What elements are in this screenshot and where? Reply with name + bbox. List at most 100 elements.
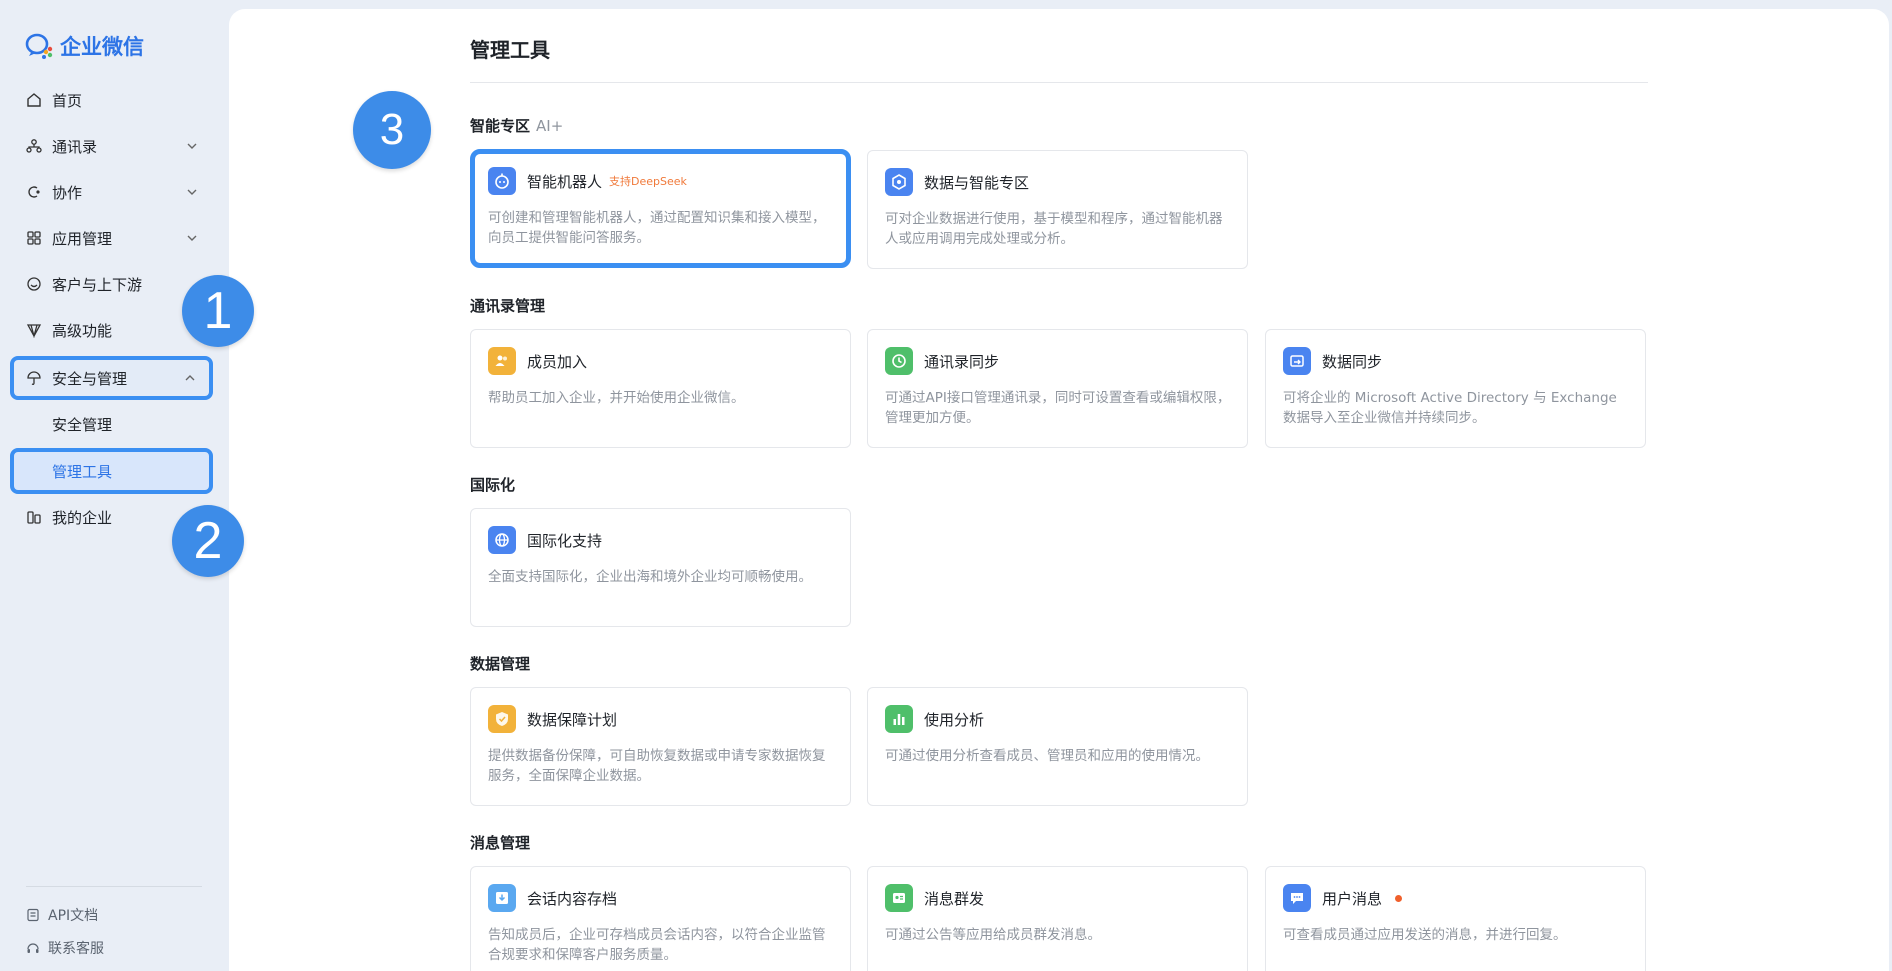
- building-icon: [26, 509, 42, 525]
- sidebar-item-label: 通讯录: [52, 137, 98, 156]
- card-description: 全面支持国际化，企业出海和境外企业均可顺畅使用。: [488, 569, 812, 585]
- section-title-text: 国际化: [470, 476, 516, 494]
- card-description: 可创建和管理智能机器人，通过配置知识集和接入模型，向员工提供智能问答服务。: [488, 210, 826, 246]
- sidebar-item-collab[interactable]: 协作: [10, 172, 211, 212]
- card-title: 消息群发: [924, 889, 985, 908]
- wecom-logo-icon: [25, 33, 53, 59]
- sidebar-subitem-admin-tools[interactable]: 管理工具: [10, 448, 213, 494]
- contact-support-link[interactable]: 联系客服: [26, 936, 104, 960]
- grid-icon: [26, 230, 42, 246]
- sidebar-subitem-security[interactable]: 安全管理: [10, 404, 211, 444]
- sidebar: 企业微信 首页 通讯录 协作 应用管理 客户与上下游 高级功能 安全与管理 安全…: [0, 0, 229, 971]
- section-title-messages: 消息管理: [470, 832, 530, 853]
- ai-plus-label: AI+: [536, 116, 564, 135]
- home-icon: [26, 92, 42, 108]
- section-title-contacts: 通讯录管理: [470, 295, 545, 316]
- sidebar-item-label: 安全管理: [52, 415, 113, 434]
- api-docs-link[interactable]: API文档: [26, 903, 98, 927]
- card-contacts-sync[interactable]: 通讯录同步 可通过API接口管理通讯录，同时可设置查看或编辑权限，管理更加方便。: [867, 329, 1248, 448]
- card-description: 可通过使用分析查看成员、管理员和应用的使用情况。: [885, 748, 1209, 764]
- broadcast-icon: [885, 884, 913, 912]
- chevron-down-icon: [187, 143, 197, 149]
- deepseek-tag: 支持DeepSeek: [609, 175, 687, 188]
- sidebar-item-label: 高级功能: [52, 321, 113, 340]
- contact-support-label: 联系客服: [48, 941, 104, 957]
- robot-icon: [488, 167, 516, 195]
- section-title-i18n: 国际化: [470, 474, 515, 495]
- sidebar-divider: [26, 886, 202, 887]
- card-data-intelligence[interactable]: 数据与智能专区 可对企业数据进行使用，基于模型和程序，通过智能机器人或应用调用完…: [867, 150, 1248, 269]
- members-icon: [488, 347, 516, 375]
- card-title: 成员加入: [527, 352, 588, 371]
- card-description: 帮助员工加入企业，并开始使用企业微信。: [488, 390, 745, 406]
- card-mass-message[interactable]: 消息群发 可通过公告等应用给成员群发消息。: [867, 866, 1248, 971]
- sidebar-item-security-management[interactable]: 安全与管理: [10, 356, 213, 400]
- sidebar-item-home[interactable]: 首页: [10, 80, 211, 120]
- sidebar-item-label: 应用管理: [52, 229, 113, 248]
- card-member-join[interactable]: 成员加入 帮助员工加入企业，并开始使用企业微信。: [470, 329, 851, 448]
- shield-icon: [488, 705, 516, 733]
- sidebar-item-apps[interactable]: 应用管理: [10, 218, 211, 258]
- org-chart-icon: [26, 138, 42, 154]
- sidebar-item-label: 我的企业: [52, 508, 113, 527]
- card-user-messages[interactable]: 用户消息 可查看成员通过应用发送的消息，并进行回复。: [1265, 866, 1646, 971]
- card-title: 数据与智能专区: [924, 173, 1030, 192]
- step-badge-3: 3: [353, 91, 431, 169]
- section-title-text: 智能专区: [470, 117, 531, 135]
- headset-icon: [27, 943, 39, 953]
- card-description: 可将企业的 Microsoft Active Directory 与 Excha…: [1283, 390, 1617, 426]
- section-title-text: 通讯录管理: [470, 297, 546, 315]
- logo-text: 企业微信: [60, 35, 144, 59]
- card-title: 使用分析: [924, 710, 985, 729]
- card-usage-analytics[interactable]: 使用分析 可通过使用分析查看成员、管理员和应用的使用情况。: [867, 687, 1248, 806]
- card-smart-robot[interactable]: 智能机器人 支持DeepSeek 可创建和管理智能机器人，通过配置知识集和接入模…: [470, 149, 851, 268]
- diamond-icon: [26, 322, 42, 338]
- chat-smile-icon: [26, 276, 42, 292]
- sidebar-item-label: 客户与上下游: [52, 275, 143, 294]
- section-title-data: 数据管理: [470, 653, 530, 674]
- step-badge-1: 1: [182, 275, 254, 347]
- api-docs-label: API文档: [48, 908, 99, 924]
- sidebar-item-label: 管理工具: [52, 462, 113, 481]
- page-title: 管理工具: [470, 38, 550, 62]
- sidebar-item-advanced[interactable]: 高级功能: [10, 310, 211, 350]
- archive-icon: [488, 884, 516, 912]
- card-title: 会话内容存档: [527, 889, 618, 908]
- card-description: 可查看成员通过应用发送的消息，并进行回复。: [1283, 927, 1567, 943]
- card-title: 数据同步: [1322, 352, 1383, 371]
- step-badge-2: 2: [172, 505, 244, 577]
- card-title: 数据保障计划: [527, 710, 618, 729]
- sidebar-item-label: 首页: [52, 91, 83, 110]
- card-data-sync[interactable]: 数据同步 可将企业的 Microsoft Active Directory 与 …: [1265, 329, 1646, 448]
- card-title: 通讯录同步: [924, 352, 1000, 371]
- card-description: 可通过公告等应用给成员群发消息。: [885, 927, 1101, 943]
- card-description: 提供数据备份保障，可自助恢复数据或申请专家数据恢复服务，全面保障企业数据。: [488, 748, 826, 784]
- card-title: 智能机器人: [527, 172, 603, 191]
- card-i18n-support[interactable]: 国际化支持 全面支持国际化，企业出海和境外企业均可顺畅使用。: [470, 508, 851, 627]
- card-description: 可对企业数据进行使用，基于模型和程序，通过智能机器人或应用调用完成处理或分析。: [885, 211, 1223, 247]
- title-divider: [470, 82, 1648, 83]
- bar-chart-icon: [885, 705, 913, 733]
- doc-icon: [27, 908, 39, 922]
- umbrella-icon: [26, 370, 42, 386]
- sync-icon: [885, 347, 913, 375]
- app-logo[interactable]: 企业微信: [24, 30, 144, 62]
- card-data-protection[interactable]: 数据保障计划 提供数据备份保障，可自助恢复数据或申请专家数据恢复服务，全面保障企…: [470, 687, 851, 806]
- chevron-down-icon: [187, 189, 197, 195]
- sidebar-item-contacts[interactable]: 通讯录: [10, 126, 211, 166]
- data-sync-icon: [1283, 347, 1311, 375]
- globe-icon: [488, 526, 516, 554]
- unread-dot: [1395, 894, 1403, 902]
- card-chat-archive[interactable]: 会话内容存档 告知成员后，企业可存档成员会话内容，以符合企业监管合规要求和保障客…: [470, 866, 851, 971]
- card-description: 可通过API接口管理通讯录，同时可设置查看或编辑权限，管理更加方便。: [885, 390, 1231, 426]
- sidebar-item-label: 协作: [52, 183, 83, 202]
- card-title: 国际化支持: [527, 531, 603, 550]
- message-icon: [1283, 884, 1311, 912]
- hexagon-icon: [885, 168, 913, 196]
- chevron-down-icon: [187, 235, 197, 241]
- chevron-up-icon: [185, 375, 195, 381]
- main-panel: 管理工具 智能专区 AI+ 智能机器人 支持DeepSeek 可创建和管理智能机…: [229, 9, 1889, 971]
- sidebar-item-customers[interactable]: 客户与上下游: [10, 264, 211, 304]
- sidebar-item-label: 安全与管理: [52, 369, 128, 388]
- collab-icon: [26, 184, 42, 200]
